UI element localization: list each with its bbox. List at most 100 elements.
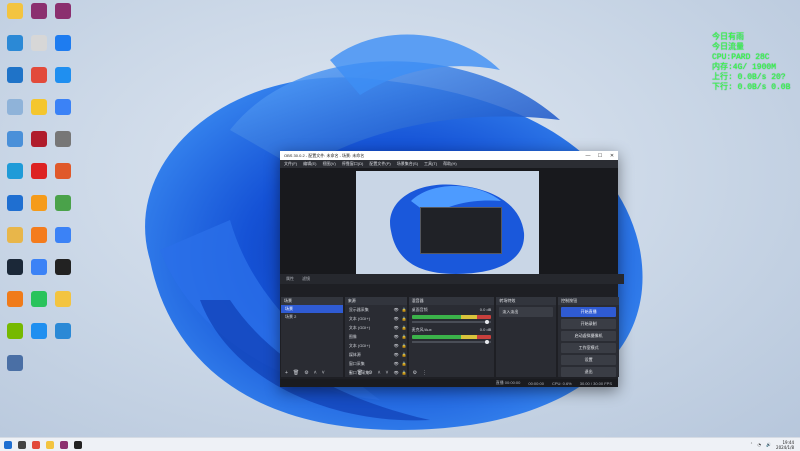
desktop-shortcut[interactable] — [2, 259, 28, 275]
desktop-shortcut[interactable] — [26, 67, 52, 83]
desktop-shortcut[interactable] — [26, 3, 52, 19]
settings-icon[interactable]: ⚙ — [304, 370, 308, 376]
delete-icon[interactable]: 🗑 — [357, 370, 363, 376]
menu-docks[interactable]: 停靠窗口(D) — [342, 161, 364, 167]
more-icon[interactable]: ⋮ — [422, 370, 427, 376]
desktop-shortcut[interactable] — [50, 35, 76, 51]
desktop-shortcut[interactable] — [2, 3, 28, 19]
desktop-shortcut[interactable] — [50, 195, 76, 211]
desktop-shortcut[interactable] — [50, 3, 76, 19]
desktop-shortcut[interactable] — [2, 99, 28, 115]
desktop-shortcut[interactable] — [2, 163, 28, 179]
lock-icon[interactable]: 🔒 — [402, 334, 407, 339]
up-icon[interactable]: ˄ — [314, 370, 317, 376]
menu-tools[interactable]: 工具(T) — [424, 161, 437, 167]
obs-titlebar[interactable]: OBS 30.0.2 - 配置文件: 未命名 - 场景: 未命名 — ☐ ✕ — [280, 151, 618, 160]
menu-view[interactable]: 视图(V) — [322, 161, 335, 167]
lock-icon[interactable]: 🔒 — [402, 361, 407, 366]
volume-slider[interactable] — [411, 340, 492, 344]
add-icon[interactable]: + — [349, 370, 352, 376]
transition-select[interactable]: 淡入淡出 — [499, 307, 554, 317]
desktop-shortcut[interactable] — [2, 35, 28, 51]
desktop-shortcut[interactable] — [26, 259, 52, 275]
source-item[interactable]: 文本 (GDI+) 👁 🔒 — [345, 314, 407, 323]
obs-taskbar-icon[interactable] — [74, 440, 82, 449]
source-item[interactable]: 窗口采集 👁 🔒 — [345, 359, 407, 368]
desktop-shortcut[interactable] — [2, 227, 28, 243]
source-item[interactable]: 媒体源 👁 🔒 — [345, 350, 407, 359]
desktop-shortcut[interactable] — [50, 323, 76, 339]
menu-edit[interactable]: 编辑(E) — [303, 161, 316, 167]
chevron-up-icon[interactable]: ˄ — [751, 442, 753, 447]
desktop-shortcut[interactable] — [50, 163, 76, 179]
eye-icon[interactable]: 👁 — [394, 352, 399, 357]
source-item[interactable]: 显示器采集 👁 🔒 — [345, 305, 407, 314]
lock-icon[interactable]: 🔒 — [402, 316, 407, 321]
exit-button[interactable]: 退出 — [561, 367, 616, 377]
delete-icon[interactable]: 🗑 — [293, 370, 299, 376]
lock-icon[interactable]: 🔒 — [402, 325, 407, 330]
lock-icon[interactable]: 🔒 — [402, 307, 407, 312]
start-streaming-button[interactable]: 开始直播 — [561, 307, 616, 317]
filters-button[interactable]: 滤镜 — [302, 276, 310, 282]
desktop-shortcut[interactable] — [50, 99, 76, 115]
desktop-shortcut[interactable] — [2, 355, 28, 371]
menu-help[interactable]: 帮助(H) — [443, 161, 457, 167]
settings-icon[interactable]: ⚙ — [368, 370, 372, 376]
scene-item[interactable]: 场景 2 — [281, 313, 343, 321]
menu-profile[interactable]: 配置文件(P) — [369, 161, 390, 167]
settings-button[interactable]: 设置 — [561, 355, 616, 365]
desktop-shortcut[interactable] — [50, 67, 76, 83]
eye-icon[interactable]: 👁 — [394, 343, 399, 348]
maximize-icon[interactable]: ☐ — [594, 153, 606, 159]
eye-icon[interactable]: 👁 — [394, 307, 399, 312]
wifi-icon[interactable]: ◔ — [758, 442, 762, 447]
desktop-shortcut[interactable] — [26, 35, 52, 51]
minimize-icon[interactable]: — — [582, 153, 594, 159]
desktop-shortcut[interactable] — [26, 323, 52, 339]
eye-icon[interactable]: 👁 — [394, 334, 399, 339]
app-taskbar-icon[interactable] — [60, 440, 68, 449]
eye-icon[interactable]: 👁 — [394, 316, 399, 321]
desktop-shortcut[interactable] — [26, 99, 52, 115]
desktop-shortcut[interactable] — [2, 67, 28, 83]
settings-icon[interactable]: ⚙ — [413, 370, 417, 376]
lock-icon[interactable]: 🔒 — [402, 352, 407, 357]
obs-window[interactable]: OBS 30.0.2 - 配置文件: 未命名 - 场景: 未命名 — ☐ ✕ 文… — [280, 151, 624, 387]
close-icon[interactable]: ✕ — [606, 153, 618, 159]
search-icon[interactable] — [18, 440, 26, 449]
speaker-icon[interactable]: 🔊 — [766, 442, 771, 447]
source-item[interactable]: 图像 👁 🔒 — [345, 332, 407, 341]
virtual-camera-button[interactable]: 启动虚拟摄像机 — [561, 331, 616, 341]
desktop-shortcut[interactable] — [26, 195, 52, 211]
desktop-shortcut[interactable] — [26, 227, 52, 243]
desktop-shortcut[interactable] — [50, 291, 76, 307]
desktop-shortcut[interactable] — [2, 131, 28, 147]
up-icon[interactable]: ˄ — [378, 370, 381, 376]
volume-slider[interactable] — [411, 320, 492, 324]
down-icon[interactable]: ˅ — [386, 370, 389, 376]
menu-file[interactable]: 文件(F) — [284, 161, 297, 167]
desktop-shortcut[interactable] — [50, 131, 76, 147]
properties-button[interactable]: 属性 — [286, 276, 294, 282]
desktop-shortcut[interactable] — [26, 131, 52, 147]
desktop-shortcut[interactable] — [50, 259, 76, 275]
eye-icon[interactable]: 👁 — [394, 361, 399, 366]
desktop-shortcut[interactable] — [26, 163, 52, 179]
eye-icon[interactable]: 👁 — [394, 325, 399, 330]
desktop-shortcut[interactable] — [26, 291, 52, 307]
start-icon[interactable] — [4, 440, 12, 449]
source-item[interactable]: 文本 (GDI+) 👁 🔒 — [345, 323, 407, 332]
desktop-shortcut[interactable] — [2, 291, 28, 307]
studio-mode-button[interactable]: 工作室模式 — [561, 343, 616, 353]
source-item[interactable]: 文本 (GDI+) 👁 🔒 — [345, 341, 407, 350]
down-icon[interactable]: ˅ — [322, 370, 325, 376]
explorer-icon[interactable] — [46, 440, 54, 449]
desktop-shortcut[interactable] — [2, 323, 28, 339]
desktop-shortcut[interactable] — [2, 195, 28, 211]
menu-scene-collection[interactable]: 场景集合(S) — [397, 161, 418, 167]
lock-icon[interactable]: 🔒 — [402, 343, 407, 348]
start-recording-button[interactable]: 开始录制 — [561, 319, 616, 329]
chrome-taskbar-icon[interactable] — [32, 440, 40, 449]
desktop-shortcut[interactable] — [50, 227, 76, 243]
